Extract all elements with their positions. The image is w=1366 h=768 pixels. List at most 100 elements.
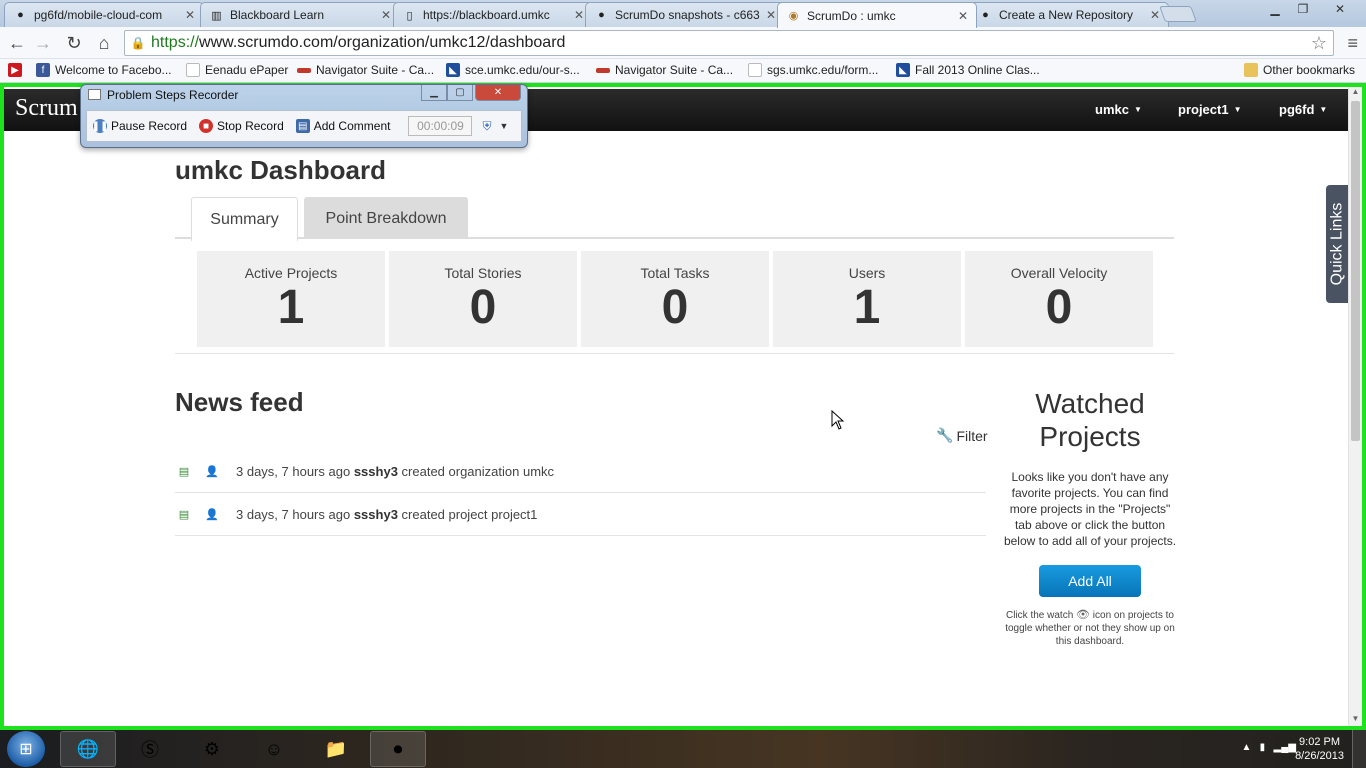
- caret-down-icon: ▼: [1133, 105, 1142, 114]
- dropdown-arrow-icon[interactable]: ▼: [499, 121, 508, 131]
- tab-title: pg6fd/mobile-cloud-com: [34, 8, 163, 22]
- tab-summary[interactable]: Summary: [191, 197, 298, 241]
- user-menu[interactable]: pg6fd ▼: [1279, 102, 1327, 117]
- watch-note: Click the watch 👁 icon on projects to to…: [1000, 609, 1180, 648]
- close-icon[interactable]: ✕: [766, 8, 776, 22]
- bookmark-4[interactable]: ◣ sce.umkc.edu/our-s...: [446, 63, 580, 77]
- stat-total-tasks: Total Tasks 0: [581, 251, 769, 347]
- bookmark-6[interactable]: sgs.umkc.edu/form...: [748, 63, 878, 77]
- wrench-icon: 🔧: [936, 427, 954, 443]
- close-window-icon[interactable]: ✕: [1318, 0, 1362, 18]
- maximize-icon[interactable]: ▢: [447, 85, 473, 101]
- tab-title: Blackboard Learn: [230, 8, 325, 22]
- close-icon[interactable]: ✕: [381, 8, 391, 22]
- page-viewport: Scrum umkc ▼ project1 ▼ pg6fd ▼ umkc Das…: [0, 83, 1366, 730]
- close-icon[interactable]: ✕: [574, 8, 584, 22]
- back-icon[interactable]: ←: [6, 32, 28, 54]
- add-all-button[interactable]: Add All: [1039, 565, 1141, 597]
- filter-button[interactable]: 🔧 Filter: [936, 427, 988, 444]
- problem-steps-recorder-window: Problem Steps Recorder ▁ ▢ ✕ ❚❚ Pause Re…: [80, 84, 528, 148]
- minimize-icon[interactable]: ▁: [421, 85, 447, 101]
- project-menu[interactable]: project1 ▼: [1178, 102, 1242, 117]
- note-text: Click the watch: [1006, 610, 1074, 621]
- feed-user-link[interactable]: ssshy3: [354, 507, 398, 522]
- browser-tab-4[interactable]: ● ScrumDo snapshots - c663 ✕: [585, 2, 785, 27]
- lock-icon: 🔒: [130, 36, 146, 50]
- clock-date: 8/26/2013: [1295, 750, 1344, 762]
- stat-value: 0: [1045, 281, 1073, 334]
- feed-user-link[interactable]: ssshy3: [354, 464, 398, 479]
- stop-icon: ■: [199, 119, 214, 133]
- feed-time: 3 days, 7 hours ago: [236, 463, 351, 479]
- bookmark-7[interactable]: ◣ Fall 2013 Online Clas...: [896, 63, 1040, 77]
- bookmark-label: Welcome to Facebo...: [55, 63, 172, 77]
- page-scrollbar[interactable]: ▲ ▼: [1348, 87, 1362, 726]
- windows-taskbar: ⊞ 🌐 Ⓢ ⚙ ☺ 📁 ⏺ ▲ ▮ ▂▄▆ 9:02 PM 8/26/2013: [0, 730, 1366, 768]
- bookmark-1[interactable]: f Welcome to Facebo...: [36, 63, 172, 77]
- bookmark-5[interactable]: Navigator Suite - Ca...: [596, 63, 733, 77]
- url-scheme: https://: [151, 34, 200, 51]
- start-button[interactable]: ⊞: [7, 731, 45, 767]
- page-icon: [186, 63, 200, 77]
- other-bookmarks[interactable]: Other bookmarks: [1244, 63, 1355, 77]
- minimize-icon[interactable]: ▁: [1262, 0, 1288, 18]
- recorder-title: Problem Steps Recorder: [107, 88, 239, 102]
- stat-label: Total Tasks: [640, 265, 710, 281]
- github-icon: ●: [982, 9, 989, 21]
- system-tray[interactable]: ▲ ▮ ▂▄▆: [1241, 742, 1296, 753]
- browser-tab-6[interactable]: ● Create a New Repository ✕: [969, 2, 1169, 27]
- close-icon[interactable]: ✕: [1150, 8, 1160, 22]
- close-icon[interactable]: ✕: [958, 9, 968, 23]
- recorder-taskbar-icon[interactable]: ⏺: [370, 731, 426, 767]
- close-icon[interactable]: ✕: [475, 85, 521, 101]
- tab-point-breakdown[interactable]: Point Breakdown: [304, 197, 468, 239]
- eye-icon: 👁: [1076, 609, 1091, 621]
- filter-label: Filter: [956, 427, 988, 444]
- explorer-taskbar-icon[interactable]: 📁: [308, 731, 364, 767]
- scroll-down-icon[interactable]: ▼: [1349, 714, 1362, 726]
- skype-taskbar-icon[interactable]: Ⓢ: [122, 731, 178, 767]
- add-comment-button[interactable]: ▤ Add Comment: [295, 119, 390, 133]
- divider: [175, 353, 1174, 354]
- pause-icon: ❚❚: [91, 119, 109, 133]
- star-icon[interactable]: ☆: [1311, 33, 1327, 54]
- bookmark-3[interactable]: Navigator Suite - Ca...: [297, 63, 434, 77]
- home-icon[interactable]: ⌂: [93, 32, 115, 54]
- stat-value: 0: [661, 281, 689, 334]
- stop-label: Stop Record: [217, 119, 284, 133]
- page-title: umkc Dashboard: [175, 155, 386, 185]
- menu-icon[interactable]: ≡: [1347, 33, 1358, 54]
- org-menu[interactable]: umkc ▼: [1095, 102, 1142, 117]
- watched-projects-title: Watched Projects: [1035, 388, 1145, 452]
- scroll-thumb[interactable]: [1351, 101, 1360, 441]
- taskbar-clock[interactable]: 9:02 PM 8/26/2013: [1295, 735, 1344, 763]
- reload-icon[interactable]: ↻: [63, 32, 85, 54]
- stat-value: 1: [277, 281, 305, 334]
- bookmark-2[interactable]: Eenadu ePaper: [186, 63, 288, 77]
- pause-record-button[interactable]: ❚❚ Pause Record: [91, 119, 187, 133]
- caret-down-icon: ▼: [1233, 105, 1242, 114]
- forward-icon[interactable]: →: [32, 32, 54, 54]
- quick-links-tab[interactable]: Quick Links: [1326, 185, 1348, 303]
- facebook-icon: f: [36, 63, 50, 77]
- close-icon[interactable]: ✕: [185, 8, 195, 22]
- messenger-taskbar-icon[interactable]: ☺: [246, 731, 302, 767]
- control-panel-taskbar-icon[interactable]: ⚙: [184, 731, 240, 767]
- chrome-taskbar-icon[interactable]: 🌐: [60, 731, 116, 767]
- quick-links-label: Quick Links: [1328, 202, 1346, 286]
- browser-tab-2[interactable]: ▥ Blackboard Learn ✕: [200, 2, 400, 27]
- umkc-icon: ◣: [896, 63, 910, 77]
- brand-logo[interactable]: Scrum: [15, 95, 78, 122]
- browser-tab-3[interactable]: ▯ https://blackboard.umkc ✕: [393, 2, 593, 27]
- browser-tab-5[interactable]: ◉ ScrumDo : umkc ✕: [777, 2, 977, 28]
- other-bookmarks-label: Other bookmarks: [1263, 63, 1356, 77]
- address-bar[interactable]: 🔒 https:// www.scrumdo.com/organization/…: [124, 30, 1334, 56]
- show-desktop-button[interactable]: [1352, 730, 1366, 768]
- new-tab-button[interactable]: [1159, 6, 1197, 22]
- stop-record-button[interactable]: ■ Stop Record: [199, 119, 284, 133]
- youtube-icon[interactable]: ▶: [8, 63, 27, 77]
- scroll-up-icon[interactable]: ▲: [1349, 87, 1362, 99]
- browser-tab-1[interactable]: ● pg6fd/mobile-cloud-com ✕: [4, 2, 204, 27]
- maximize-icon[interactable]: ❐: [1290, 0, 1316, 18]
- stat-label: Overall Velocity: [1010, 265, 1108, 281]
